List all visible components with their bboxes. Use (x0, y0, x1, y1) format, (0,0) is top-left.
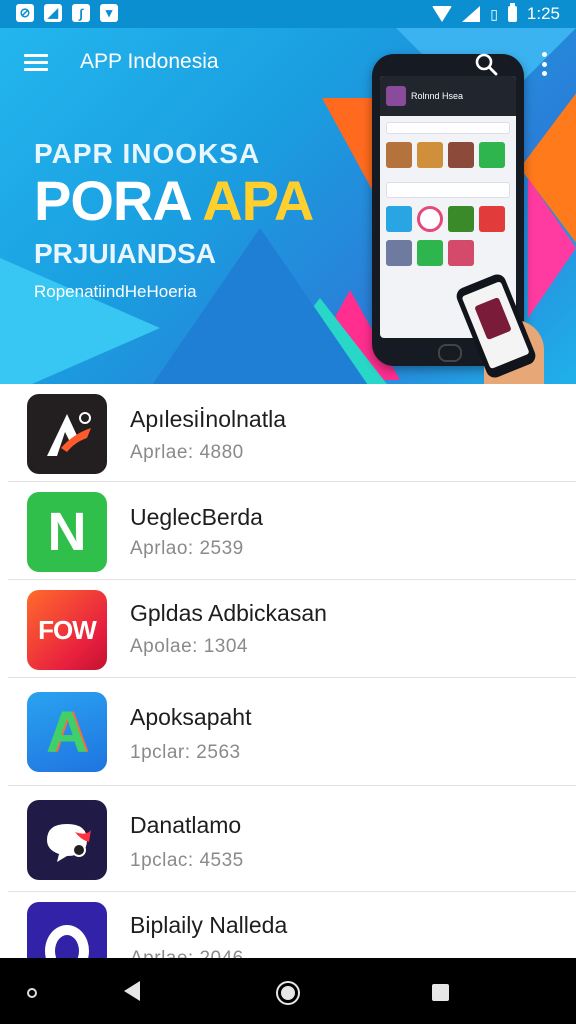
banner-headline-1: PAPR INOOKSA (34, 138, 261, 169)
decor-shape-lightblue-left (0, 258, 160, 384)
phone-mockup-thumb (448, 240, 474, 266)
accessibility-dot-icon[interactable] (27, 988, 37, 998)
app-subtitle: 1pclac: 4535 (130, 850, 244, 871)
app-subtitle: Apolae: 1304 (130, 636, 248, 657)
phone-mockup-header: Rolnnd Hsea (380, 76, 516, 116)
phone-mockup-thumb (479, 206, 505, 232)
phone-mockup-thumb (417, 240, 443, 266)
chat-bubble-icon (27, 800, 107, 880)
menu-icon[interactable] (24, 54, 48, 72)
phone-mockup-header-text: Rolnnd Hsea (411, 91, 464, 101)
phone-mockup-thumb (448, 142, 474, 168)
app-subtitle: Aprlae: 4880 (130, 442, 244, 463)
list-item[interactable]: N UeglecBerda Aprlao: 2539 (0, 482, 576, 580)
phone-mockup-thumb (386, 240, 412, 266)
phone-mockup-thumbs-row-2 (386, 206, 510, 232)
more-vert-icon[interactable] (540, 52, 548, 76)
banner-headline-2: PORA APA (34, 168, 314, 233)
app-name: Danatlamo (130, 812, 242, 838)
phone-mockup-thumb (417, 206, 443, 232)
app-bar-title: APP Indonesia (80, 50, 219, 73)
back-icon[interactable] (124, 981, 140, 1001)
app-icon-text: A (46, 699, 88, 765)
app-icon-text: FOW (38, 614, 97, 645)
hero-banner[interactable]: APP Indonesia PAPR INOOKSA PORA APA PRJU… (0, 28, 576, 384)
phone-mockup-thumb (448, 206, 474, 232)
notification-icons: ⊘ ◢ ∫ ▾ (16, 4, 118, 22)
clock: 1:25 (526, 4, 560, 23)
phone-mockup-home-button (438, 344, 462, 362)
banner-headline-3: PRJUIANDSA (34, 238, 217, 269)
phone-mockup-field (386, 122, 510, 134)
list-item[interactable]: Danatlamo 1pclac: 4535 (0, 786, 576, 892)
letter-n-icon: N (27, 492, 107, 572)
signal-icon (462, 6, 481, 22)
app-name: UeglecBerda (130, 504, 263, 530)
list-item[interactable]: FOW Gpldas Adbickasan Apolae: 1304 (0, 580, 576, 678)
circle-o-icon (27, 902, 107, 958)
phone-mockup-thumb (386, 142, 412, 168)
gradient-a-icon: A (27, 692, 107, 772)
decor-shape-pink-right (528, 178, 576, 318)
list-item[interactable]: Apılesiİnolnatla Aprlae: 4880 (0, 384, 576, 482)
app-subtitle: Aprlao: 2539 (130, 538, 244, 559)
vibrate-icon: ▯ (490, 5, 498, 22)
phone-mockup-field-2 (386, 182, 510, 198)
banner-headline-2-accent: APA (202, 169, 314, 232)
list-item[interactable]: Biplaily Nalleda Aprlae: 2046 (0, 892, 576, 958)
home-icon[interactable] (276, 981, 300, 1005)
status-icons: ▯ 1:25 (432, 3, 560, 24)
phone-mockup-thumbs-row-3 (386, 240, 510, 266)
phone-mockup-thumb (479, 142, 505, 168)
navigation-bar (0, 958, 576, 1024)
notification-icon-3: ∫ (72, 4, 90, 22)
banner-tagline: RopenatiindHeHoeria (34, 282, 197, 301)
app-name: Gpldas Adbickasan (130, 600, 327, 626)
notification-icon-1: ⊘ (16, 4, 34, 22)
phone-mockup-thumb (417, 142, 443, 168)
app-subtitle: 1pclar: 2563 (130, 742, 241, 763)
list-item[interactable]: A Apoksapaht 1pclar: 2563 (0, 678, 576, 786)
phone-mockup-thumb (386, 206, 412, 232)
battery-icon (507, 3, 517, 22)
app-name: Apılesiİnolnatla (130, 406, 286, 432)
app-list: Apılesiİnolnatla Aprlae: 4880 N UeglecBe… (0, 384, 576, 958)
app-subtitle: Aprlae: 2046 (130, 948, 244, 958)
app-name: Apoksapaht (130, 704, 252, 730)
notification-icon-4: ▾ (100, 4, 118, 22)
phone-mockup-thumbs-row-1 (386, 142, 510, 168)
wifi-icon (432, 6, 453, 22)
fow-icon: FOW (27, 590, 107, 670)
search-icon[interactable] (474, 52, 498, 76)
recents-icon[interactable] (432, 984, 449, 1001)
app-name: Biplaily Nalleda (130, 912, 288, 938)
phone-mockup-avatar (386, 86, 406, 106)
app-icon-text: N (47, 502, 87, 562)
letter-a-x-icon (27, 394, 107, 474)
status-bar: ⊘ ◢ ∫ ▾ ▯ 1:25 (0, 0, 576, 28)
banner-headline-2-white: PORA (34, 169, 203, 232)
notification-icon-2: ◢ (44, 4, 62, 22)
